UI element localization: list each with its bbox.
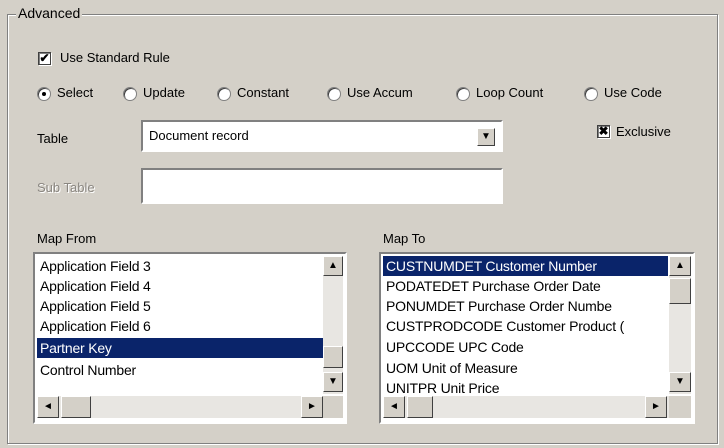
map-to-item[interactable]: UOM Unit of Measure [383, 358, 668, 378]
map-from-item[interactable]: Application Field 5 [37, 296, 323, 316]
map-to-scroll-left[interactable]: ◄ [383, 396, 405, 418]
arrow-up-icon: ▲ [328, 260, 338, 271]
exclusive-label: Exclusive [616, 124, 671, 139]
arrow-down-icon: ▼ [328, 376, 338, 387]
radio-constant[interactable] [217, 87, 231, 101]
map-from-scroll-down[interactable]: ▼ [323, 372, 343, 392]
map-to-item-selected[interactable]: CUSTNUMDET Customer Number [383, 256, 668, 276]
map-from-item[interactable]: Application Field 6 [37, 316, 323, 336]
arrow-left-icon: ◄ [389, 401, 399, 412]
radio-use-accum-label: Use Accum [347, 85, 413, 100]
exclusive-checkbox[interactable]: ✖ [597, 125, 610, 138]
radio-use-code-label: Use Code [604, 85, 662, 100]
radio-constant-label: Constant [237, 85, 290, 100]
map-from-item[interactable]: Control Number [37, 360, 323, 380]
table-combobox[interactable]: Document record ▼ [141, 120, 503, 152]
radio-loop-count-label: Loop Count [476, 85, 544, 100]
radio-update[interactable] [123, 87, 137, 101]
map-from-vscroll-thumb[interactable] [323, 346, 343, 368]
arrow-up-icon: ▲ [675, 260, 685, 271]
use-standard-rule-label: Use Standard Rule [60, 50, 170, 65]
chevron-down-icon: ▼ [481, 131, 491, 142]
map-from-item[interactable]: Application Field 4 [37, 276, 323, 296]
map-to-scroll-down[interactable]: ▼ [669, 372, 691, 392]
map-to-scroll-right[interactable]: ► [645, 396, 667, 418]
map-to-label: Map To [383, 231, 426, 246]
map-to-scroll-up[interactable]: ▲ [669, 256, 691, 276]
radio-use-code[interactable] [584, 87, 598, 101]
arrow-right-icon: ► [651, 401, 661, 412]
checkmark-icon: ✔ [39, 51, 50, 65]
map-to-hscroll-thumb[interactable] [407, 396, 433, 418]
arrow-down-icon: ▼ [675, 376, 685, 387]
table-dropdown-button[interactable]: ▼ [477, 128, 495, 146]
map-from-listbox[interactable]: Application Field 3 Application Field 4 … [33, 252, 347, 424]
table-label: Table [37, 131, 69, 146]
map-from-item-selected[interactable]: Partner Key [37, 338, 323, 358]
sub-table-input[interactable] [141, 168, 503, 204]
map-from-scroll-right[interactable]: ► [301, 396, 323, 418]
scroll-corner [669, 396, 691, 418]
use-standard-rule-checkbox[interactable]: ✔ [38, 52, 51, 65]
scroll-corner [323, 396, 343, 418]
map-to-item[interactable]: UNITPR Unit Price [383, 378, 668, 394]
map-from-scroll-left[interactable]: ◄ [37, 396, 59, 418]
radio-loop-count[interactable] [456, 87, 470, 101]
arrow-left-icon: ◄ [43, 401, 53, 412]
sub-table-label: Sub Table [37, 180, 95, 195]
arrow-right-icon: ► [307, 401, 317, 412]
radio-select[interactable] [37, 87, 51, 101]
map-to-listbox[interactable]: CUSTNUMDET Customer Number PODATEDET Pur… [379, 252, 695, 424]
map-from-item[interactable]: Application Field 3 [37, 256, 323, 276]
radio-update-label: Update [143, 85, 185, 100]
radio-select-label: Select [57, 85, 94, 100]
x-mark-icon: ✖ [598, 124, 609, 138]
map-to-item[interactable]: UPCCODE UPC Code [383, 337, 668, 357]
map-to-item[interactable]: PONUMDET Purchase Order Numbe [383, 296, 668, 316]
map-from-label: Map From [37, 231, 97, 246]
table-combobox-value: Document record [149, 128, 249, 143]
radio-use-accum[interactable] [327, 87, 341, 101]
map-to-item[interactable]: CUSTPRODCODE Customer Product ( [383, 316, 668, 336]
map-from-scroll-up[interactable]: ▲ [323, 256, 343, 276]
group-title: Advanced [16, 5, 83, 21]
map-to-vscroll-thumb[interactable] [669, 278, 691, 304]
map-to-item[interactable]: PODATEDET Purchase Order Date [383, 276, 668, 296]
map-from-hscroll-thumb[interactable] [61, 396, 91, 418]
